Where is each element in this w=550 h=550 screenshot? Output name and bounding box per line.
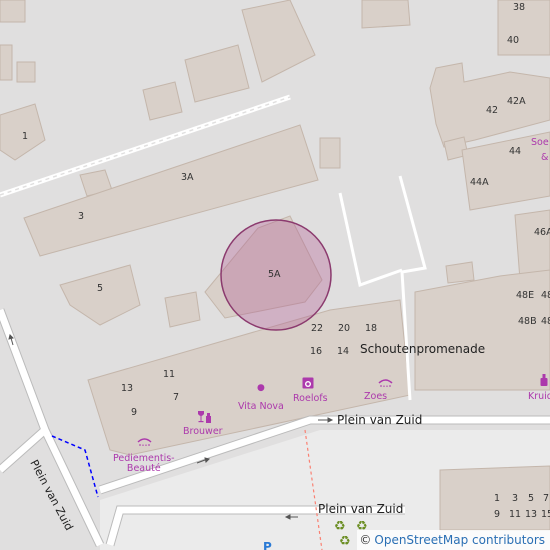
- house-number: 42A: [507, 96, 526, 107]
- map-canvas[interactable]: 38 40 42A 42 44 44A 46A 48E 48D 48B 48C …: [0, 0, 550, 550]
- poi-brouwer[interactable]: Brouwer: [183, 427, 223, 437]
- house-number: 44: [509, 146, 522, 157]
- copyright-symbol: ©: [359, 533, 372, 547]
- poi-kruid[interactable]: Kruid: [528, 392, 550, 402]
- building: [142, 81, 183, 121]
- house-number: 13: [525, 509, 538, 520]
- house-number: 22: [311, 323, 324, 334]
- street-label-plein-van-zuid: Plein van Zuid: [337, 413, 423, 427]
- house-number: 48E: [516, 290, 535, 301]
- house-number: 38: [513, 2, 526, 13]
- building: [319, 137, 341, 169]
- poi-pedicure-line2: Beauté: [126, 462, 161, 474]
- house-number: 5: [528, 493, 535, 504]
- building: [59, 264, 141, 326]
- dot-icon: ●: [257, 383, 265, 393]
- house-number: 15: [541, 509, 550, 520]
- house-number: 18: [365, 323, 378, 334]
- house-number: 7: [543, 493, 550, 504]
- parking-icon: P: [263, 540, 272, 550]
- house-number: 11: [163, 369, 176, 380]
- house-number: 7: [173, 392, 180, 403]
- house-number: 5A: [268, 269, 281, 280]
- house-number: 46A: [534, 227, 550, 238]
- house-number: 11: [509, 509, 522, 520]
- recycling-icon: ♻: [339, 534, 351, 549]
- house-number: 14: [337, 346, 350, 357]
- street-label-plein-van-zuid-lower: Plein van Zuid: [318, 502, 404, 516]
- building: [361, 0, 411, 29]
- poi-vita-nova[interactable]: Vita Nova: [238, 402, 284, 412]
- house-number: 3A: [181, 172, 194, 183]
- house-number: 16: [310, 346, 323, 357]
- building: [0, 44, 13, 81]
- house-number: 3: [512, 493, 519, 504]
- building: [0, 0, 26, 23]
- attribution: © OpenStreetMap contributors: [357, 530, 550, 550]
- poi-pedicure[interactable]: Pediementis- Beauté: [113, 454, 175, 474]
- building: [514, 209, 550, 281]
- house-number: 13: [121, 383, 134, 394]
- house-number: 3: [78, 211, 85, 222]
- house-number: 44A: [470, 177, 489, 188]
- house-number: 48D: [541, 290, 550, 301]
- house-number: 20: [338, 323, 351, 334]
- house-number: 48B: [518, 316, 537, 327]
- house-number: 9: [131, 407, 138, 418]
- poi-roelofs[interactable]: Roelofs: [293, 394, 328, 404]
- house-number: 1: [494, 493, 501, 504]
- building: [184, 44, 250, 103]
- house-number: 1: [22, 131, 29, 142]
- building: [241, 0, 316, 83]
- attribution-link[interactable]: OpenStreetMap contributors: [374, 533, 545, 547]
- building: [164, 291, 201, 328]
- footway: [338, 192, 403, 287]
- house-number: 40: [507, 35, 520, 46]
- building: [445, 261, 475, 284]
- recycling-icon: ♻: [334, 519, 346, 534]
- house-number: 48C: [541, 316, 550, 327]
- house-number: 5: [97, 283, 104, 294]
- house-number: 42: [486, 105, 499, 116]
- building: [16, 61, 36, 83]
- poi-label-partial: Soe: [531, 137, 549, 148]
- house-number: 9: [494, 509, 501, 520]
- poi-label-partial: &: [541, 152, 549, 163]
- building: [414, 269, 550, 391]
- poi-zoes[interactable]: Zoes: [364, 392, 387, 402]
- street-label-schoutenpromenade: Schoutenpromenade: [360, 342, 486, 356]
